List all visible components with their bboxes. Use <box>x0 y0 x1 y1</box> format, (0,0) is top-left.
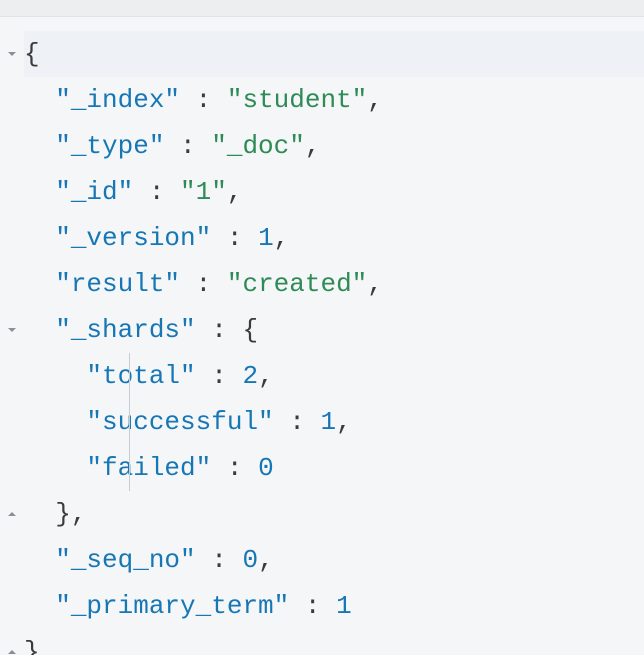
json-key: "_index" <box>55 85 180 115</box>
code-line: "_shards" : { <box>24 307 644 353</box>
json-sep: : <box>196 545 243 575</box>
json-key: "successful" <box>86 407 273 437</box>
json-comma: , <box>367 85 383 115</box>
code-line: "successful" : 1, <box>24 399 644 445</box>
fold-toggle-line-1[interactable] <box>0 31 24 77</box>
json-comma: , <box>367 269 383 299</box>
json-sep: : <box>180 269 227 299</box>
code-line: { <box>24 31 644 77</box>
json-comma: , <box>227 177 243 207</box>
json-sep: : <box>211 223 258 253</box>
json-number: 0 <box>258 453 274 483</box>
code-line: "_primary_term" : 1 <box>24 583 644 629</box>
json-key: "result" <box>55 269 180 299</box>
code-line: "_id" : "1", <box>24 169 644 215</box>
json-sep: : <box>289 591 336 621</box>
json-sep: : <box>211 453 258 483</box>
json-comma: , <box>305 131 321 161</box>
code-line: } <box>24 629 644 655</box>
json-string: "created" <box>227 269 367 299</box>
json-sep: : <box>196 315 243 345</box>
json-sep: : <box>133 177 180 207</box>
chevron-down-icon <box>7 49 17 59</box>
gutter-blank <box>0 353 24 399</box>
json-number: 1 <box>258 223 274 253</box>
json-key: "failed" <box>86 453 211 483</box>
json-string: "_doc" <box>211 131 305 161</box>
fold-toggle-line-14[interactable] <box>0 629 24 655</box>
json-key: "_id" <box>55 177 133 207</box>
json-string: "1" <box>180 177 227 207</box>
fold-gutter <box>0 17 24 655</box>
brace-open: { <box>242 315 258 345</box>
gutter-blank <box>0 583 24 629</box>
code-line: "_index" : "student", <box>24 77 644 123</box>
json-key: "_version" <box>55 223 211 253</box>
fold-toggle-line-7[interactable] <box>0 307 24 353</box>
chevron-down-icon <box>7 325 17 335</box>
code-line: "result" : "created", <box>24 261 644 307</box>
json-sep: : <box>180 85 227 115</box>
gutter-blank <box>0 169 24 215</box>
indent-guide <box>129 353 130 399</box>
json-sep: : <box>164 131 211 161</box>
json-key: "_type" <box>55 131 164 161</box>
gutter-blank <box>0 399 24 445</box>
json-sep: : <box>274 407 321 437</box>
brace-close: } <box>24 637 40 655</box>
indent-guide <box>129 399 130 445</box>
gutter-blank <box>0 215 24 261</box>
indent-guide <box>129 445 130 491</box>
editor-top-bar <box>0 0 644 17</box>
json-key: "_primary_term" <box>55 591 289 621</box>
code-line: "_seq_no" : 0, <box>24 537 644 583</box>
code-line: }, <box>24 491 644 537</box>
gutter-blank <box>0 77 24 123</box>
gutter-blank <box>0 261 24 307</box>
code-area[interactable]: { "_index" : "student", "_type" : "_doc"… <box>24 17 644 655</box>
json-comma: , <box>258 361 274 391</box>
json-key: "total" <box>86 361 195 391</box>
json-number: 2 <box>242 361 258 391</box>
code-line: "_type" : "_doc", <box>24 123 644 169</box>
json-number: 0 <box>242 545 258 575</box>
json-comma: , <box>336 407 352 437</box>
json-comma: , <box>258 545 274 575</box>
json-comma: , <box>274 223 290 253</box>
gutter-blank <box>0 445 24 491</box>
code-line: "_version" : 1, <box>24 215 644 261</box>
gutter-blank <box>0 123 24 169</box>
json-key: "_shards" <box>55 315 195 345</box>
json-comma: , <box>71 499 87 529</box>
code-editor: { "_index" : "student", "_type" : "_doc"… <box>0 17 644 655</box>
code-line: "failed" : 0 <box>24 445 644 491</box>
json-key: "_seq_no" <box>55 545 195 575</box>
brace-open: { <box>24 39 40 69</box>
gutter-blank <box>0 537 24 583</box>
json-sep: : <box>196 361 243 391</box>
json-string: "student" <box>227 85 367 115</box>
code-line: "total" : 2, <box>24 353 644 399</box>
chevron-up-icon <box>7 647 17 655</box>
brace-close: } <box>55 499 71 529</box>
json-number: 1 <box>336 591 352 621</box>
json-number: 1 <box>320 407 336 437</box>
fold-toggle-line-11[interactable] <box>0 491 24 537</box>
chevron-up-icon <box>7 509 17 519</box>
